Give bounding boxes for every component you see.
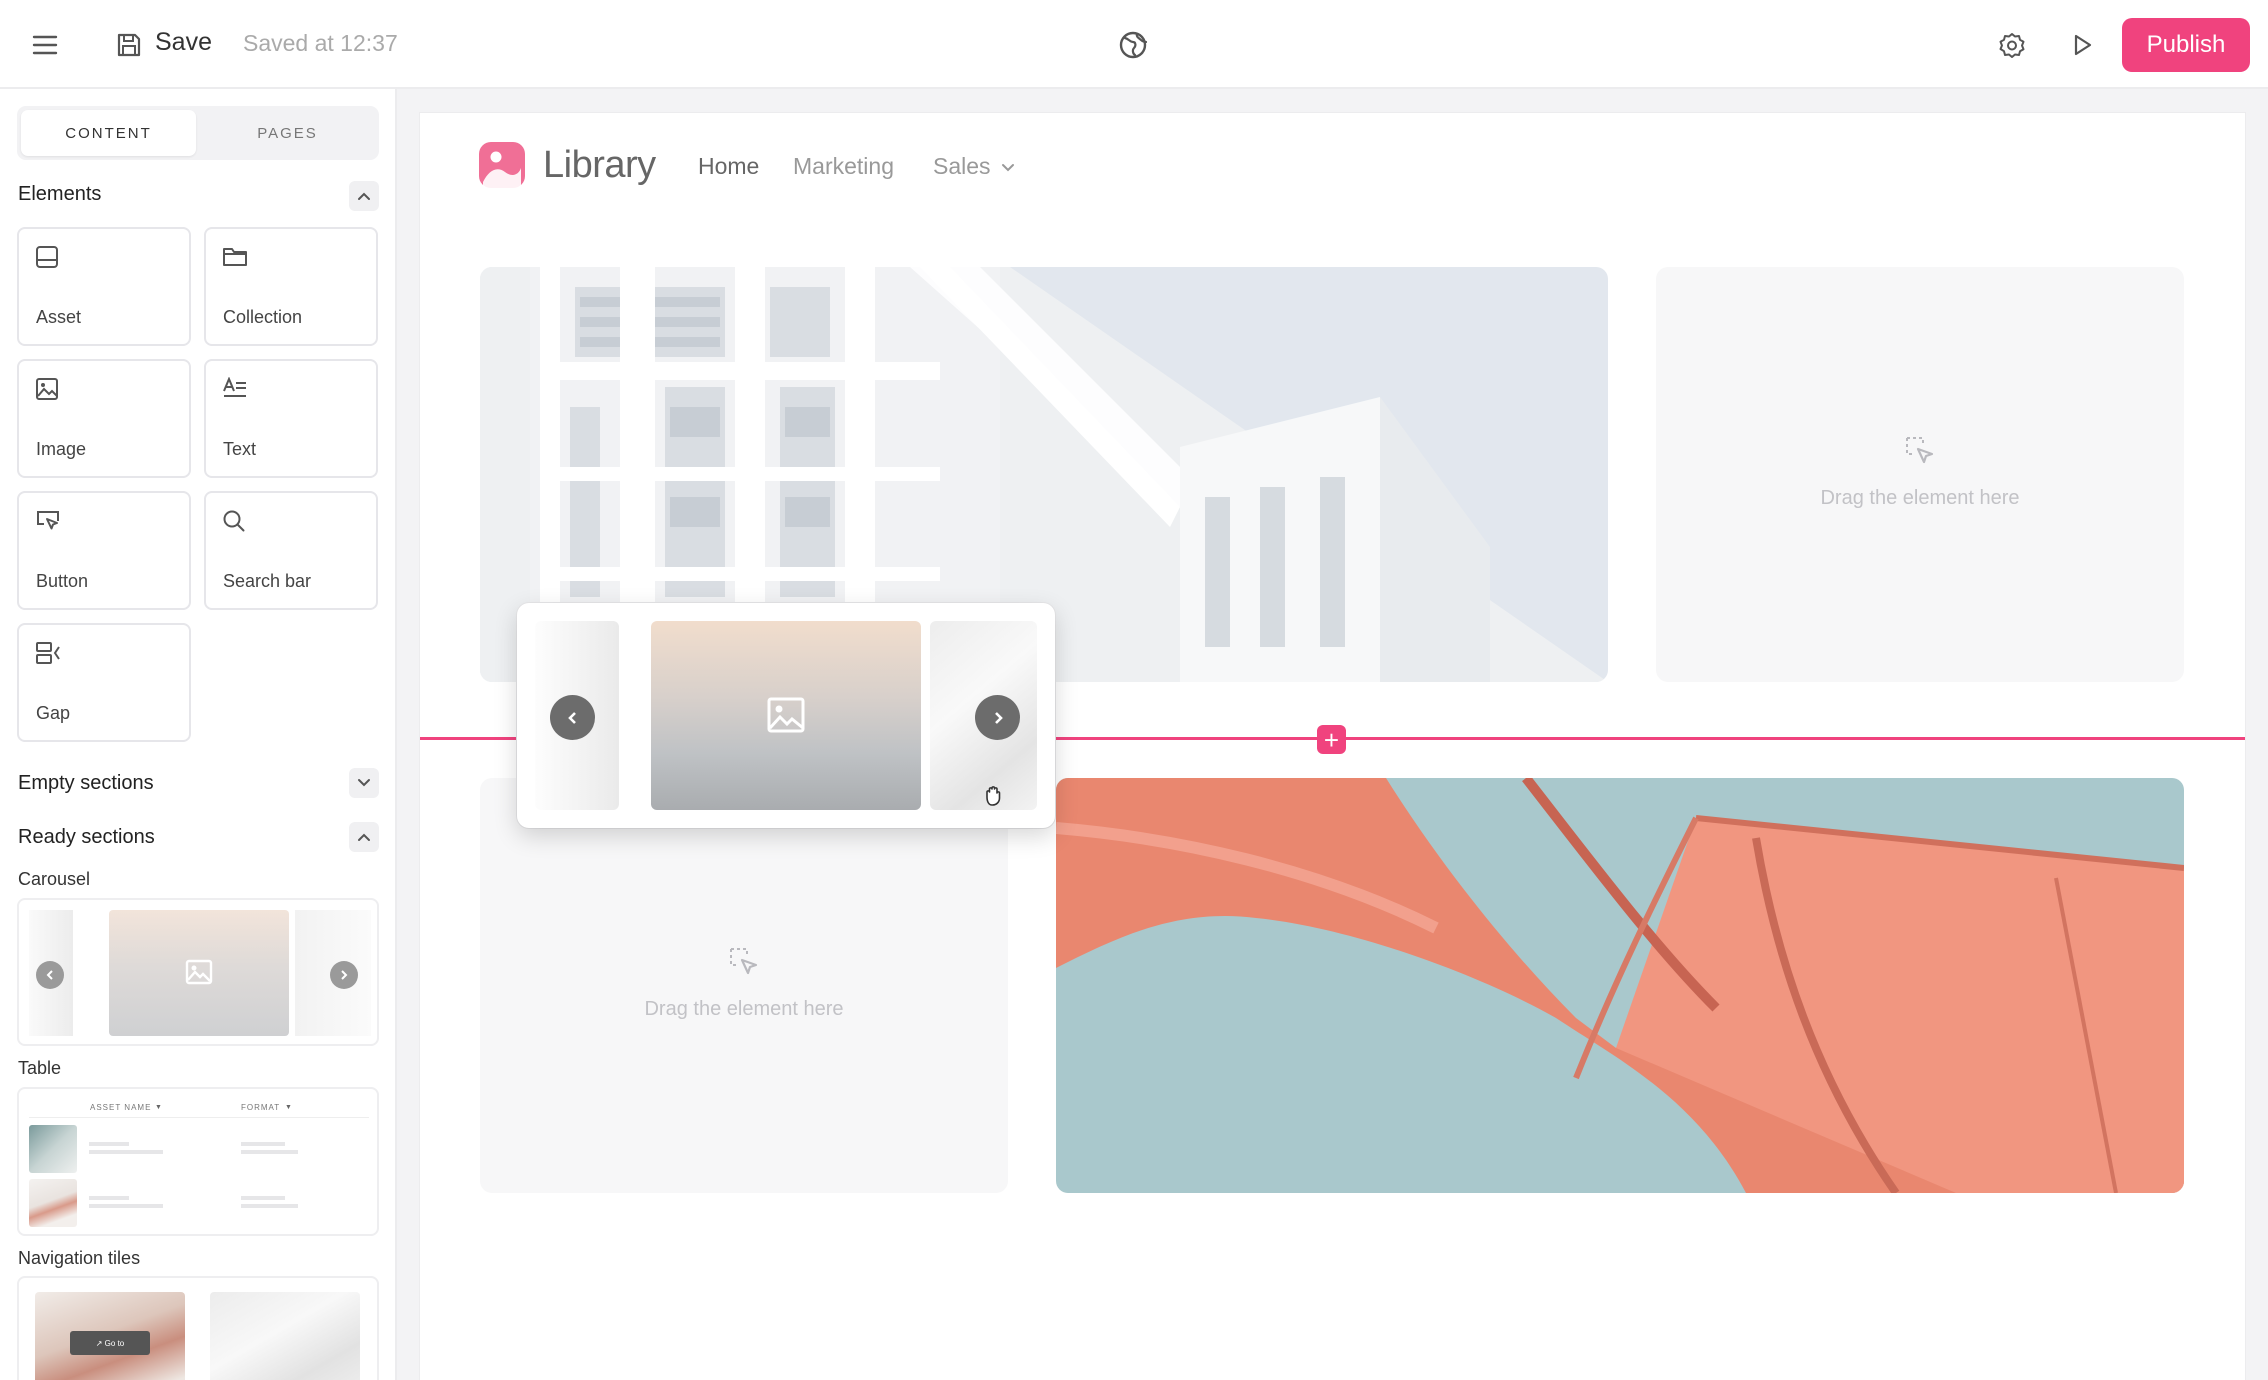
dragging-carousel-preview[interactable] <box>517 603 1055 828</box>
drop-zone-left[interactable]: Drag the element here <box>480 778 1008 1193</box>
drop-zone-hint: Drag the element here <box>644 998 844 1020</box>
element-label: Asset <box>36 307 82 327</box>
table-thumbnail <box>29 1125 77 1173</box>
table-placeholder-line <box>89 1150 163 1154</box>
settings-gear-icon[interactable] <box>1996 29 2028 61</box>
elements-heading: Elements <box>18 183 102 205</box>
drag-cursor-icon <box>728 946 762 985</box>
preview-play-icon[interactable] <box>2066 29 2098 61</box>
sidebar-tabs: CONTENT PAGES <box>17 106 379 160</box>
table-label: Table <box>18 1058 62 1078</box>
navigation-tile-image: ↗ Go to <box>35 1292 185 1380</box>
sort-caret-icon: ▼ <box>155 1104 162 1111</box>
empty-sections-heading: Empty sections <box>18 772 154 794</box>
carousel-section-preview[interactable] <box>17 898 379 1046</box>
table-placeholder-line <box>89 1204 163 1208</box>
search-icon <box>222 509 246 538</box>
image-icon <box>35 377 59 406</box>
asset-icon <box>35 245 59 274</box>
table-placeholder-line <box>241 1150 298 1154</box>
folder-icon <box>222 245 248 272</box>
chevron-left-icon <box>550 695 595 740</box>
element-label: Image <box>36 439 87 459</box>
table-placeholder-line <box>89 1196 129 1200</box>
drop-zone-right[interactable]: Drag the element here <box>1656 267 2184 682</box>
table-placeholder-line <box>241 1196 285 1200</box>
carousel-main-image <box>109 910 289 1036</box>
carousel-main-image <box>651 621 921 810</box>
tab-pages[interactable]: PAGES <box>200 110 375 156</box>
go-to-button: ↗ Go to <box>70 1331 150 1355</box>
sculpture-illustration <box>1056 778 2184 1193</box>
drop-zone-hint: Drag the element here <box>1820 487 2020 509</box>
saved-status: Saved at 12:37 <box>243 30 398 56</box>
empty-sections-expand-button[interactable] <box>349 768 379 798</box>
gap-icon <box>35 641 61 670</box>
element-label: Text <box>223 439 257 459</box>
element-tile-asset[interactable]: Asset <box>17 227 191 346</box>
grab-hand-cursor-icon <box>983 785 1007 812</box>
sculpture-image[interactable] <box>1056 778 2184 1193</box>
nav-link-home[interactable]: Home <box>698 153 759 180</box>
chevron-left-icon <box>36 961 64 989</box>
navigation-tiles-section-preview[interactable]: ↗ Go to <box>17 1276 379 1380</box>
elements-collapse-button[interactable] <box>349 181 379 211</box>
ready-sections-collapse-button[interactable] <box>349 822 379 852</box>
table-placeholder-line <box>89 1142 129 1146</box>
top-bar: Save Saved at 12:37 Publish <box>0 0 2268 89</box>
table-divider <box>29 1117 369 1118</box>
text-icon <box>222 376 248 404</box>
table-column-header: ASSET NAME <box>90 1103 152 1112</box>
ready-sections-heading: Ready sections <box>18 826 155 848</box>
drag-cursor-icon <box>1904 435 1938 474</box>
globe-icon[interactable] <box>1117 29 1149 61</box>
tab-content[interactable]: CONTENT <box>21 110 196 156</box>
chevron-right-icon <box>975 695 1020 740</box>
save-button[interactable]: Save <box>155 28 212 57</box>
element-label: Collection <box>223 307 303 327</box>
navigation-tile-image <box>210 1292 360 1380</box>
image-placeholder-icon <box>767 697 805 733</box>
add-section-plus-icon[interactable]: + <box>1317 725 1346 754</box>
element-tile-text[interactable]: Text <box>204 359 378 478</box>
sidebar: CONTENT PAGES Elements Asset Collection … <box>0 89 397 1380</box>
table-placeholder-line <box>241 1204 298 1208</box>
menu-icon[interactable] <box>28 28 62 62</box>
table-thumbnail <box>29 1179 77 1227</box>
image-placeholder-icon <box>185 959 213 985</box>
element-tile-search-bar[interactable]: Search bar <box>204 491 378 610</box>
chevron-down-icon[interactable] <box>1001 160 1015 178</box>
navigation-tiles-label: Navigation tiles <box>18 1248 141 1268</box>
table-section-preview[interactable]: ASSET NAME ▼ FORMAT ▼ <box>17 1087 379 1236</box>
element-label: Search bar <box>223 571 312 591</box>
library-logo-icon <box>479 142 525 188</box>
nav-link-sales[interactable]: Sales <box>933 153 991 180</box>
save-icon[interactable] <box>113 29 145 61</box>
carousel-label: Carousel <box>18 869 91 889</box>
button-cursor-icon <box>35 509 61 538</box>
element-label: Gap <box>36 703 71 723</box>
nav-link-marketing[interactable]: Marketing <box>793 153 894 180</box>
element-tile-collection[interactable]: Collection <box>204 227 378 346</box>
publish-button[interactable]: Publish <box>2122 18 2250 72</box>
site-logo-text: Library <box>543 144 656 186</box>
element-tile-gap[interactable]: Gap <box>17 623 191 742</box>
chevron-right-icon <box>330 961 358 989</box>
sort-caret-icon: ▼ <box>285 1104 292 1111</box>
table-placeholder-line <box>241 1142 285 1146</box>
element-label: Button <box>36 571 89 591</box>
element-tile-image[interactable]: Image <box>17 359 191 478</box>
table-column-header: FORMAT <box>241 1103 281 1112</box>
element-tile-button[interactable]: Button <box>17 491 191 610</box>
